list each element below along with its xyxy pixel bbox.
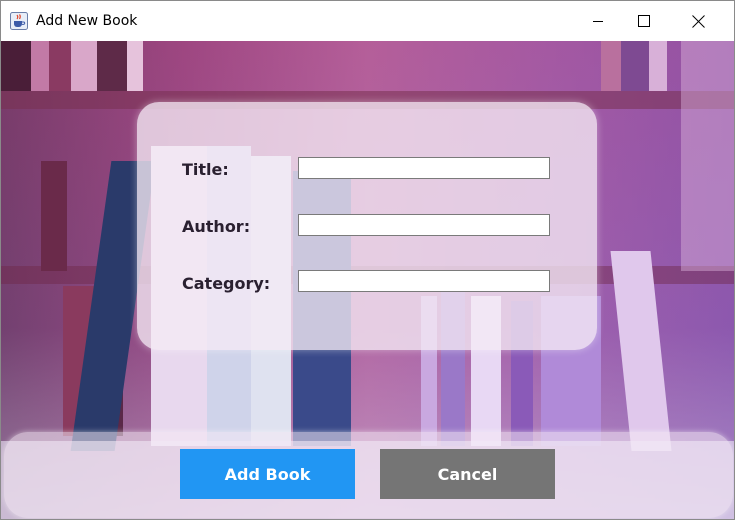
title-input[interactable]	[298, 157, 550, 179]
close-button[interactable]	[675, 1, 721, 41]
book-form-panel: Title: Author: Category:	[137, 102, 597, 350]
add-book-window: Add New Book Title: Author: Category: Ad…	[0, 0, 735, 520]
title-bar[interactable]: Add New Book	[1, 1, 734, 41]
close-icon	[691, 14, 705, 28]
window-title: Add New Book	[36, 13, 138, 29]
category-label: Category:	[182, 274, 271, 293]
author-input[interactable]	[298, 214, 550, 236]
category-input[interactable]	[298, 270, 550, 292]
java-cup-icon	[10, 12, 28, 30]
minimize-icon	[593, 21, 603, 22]
window-content: Title: Author: Category: Add Book Cancel	[1, 41, 734, 519]
action-button-panel: Add Book Cancel	[4, 432, 733, 518]
cancel-button[interactable]: Cancel	[380, 449, 555, 499]
maximize-icon	[638, 15, 650, 27]
title-label: Title:	[182, 160, 229, 179]
maximize-button[interactable]	[621, 1, 667, 41]
add-book-button[interactable]: Add Book	[180, 449, 355, 499]
minimize-button[interactable]	[575, 1, 621, 41]
author-label: Author:	[182, 217, 251, 236]
